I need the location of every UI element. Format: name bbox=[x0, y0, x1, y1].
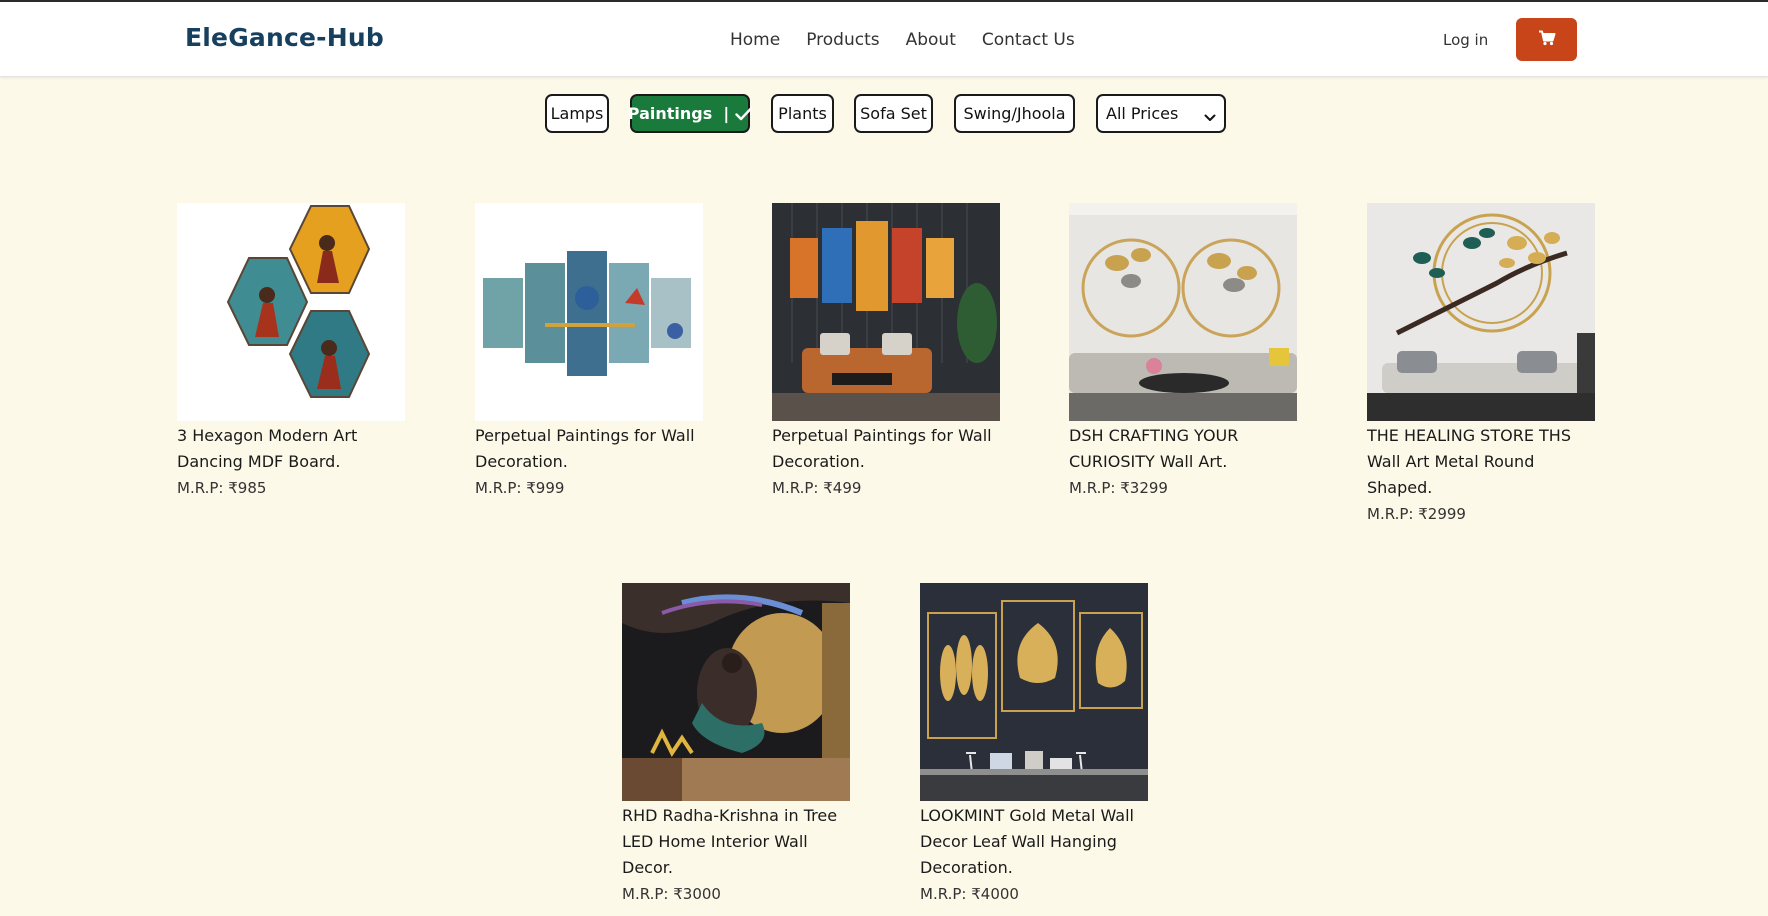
filter-label: Paintings | bbox=[627, 104, 730, 123]
product-card[interactable]: DSH CRAFTING YOUR CURIOSITY Wall Art. M.… bbox=[1069, 203, 1297, 501]
product-title[interactable]: DSH CRAFTING YOUR CURIOSITY Wall Art. bbox=[1069, 423, 1297, 475]
main-nav: Home Products About Contact Us bbox=[730, 30, 1101, 50]
product-image[interactable] bbox=[1069, 203, 1297, 421]
product-price: M.R.P: ₹4000 bbox=[920, 885, 1019, 903]
login-link[interactable]: Log in bbox=[1443, 31, 1488, 49]
product-image[interactable] bbox=[920, 583, 1148, 801]
product-card[interactable]: RHD Radha-Krishna in Tree LED Home Inter… bbox=[622, 583, 850, 907]
product-image[interactable] bbox=[1367, 203, 1595, 421]
nav-products[interactable]: Products bbox=[806, 30, 879, 50]
nav-about[interactable]: About bbox=[906, 30, 956, 50]
site-header: EleGance-Hub Home Products About Contact… bbox=[0, 2, 1768, 77]
filter-sofa-set[interactable]: Sofa Set bbox=[854, 94, 933, 133]
product-card[interactable]: 3 Hexagon Modern Art Dancing MDF Board. … bbox=[177, 203, 405, 501]
filter-swing-jhoola[interactable]: Swing/Jhoola bbox=[954, 94, 1075, 133]
product-title[interactable]: RHD Radha-Krishna in Tree LED Home Inter… bbox=[622, 803, 850, 881]
filter-label: Swing/Jhoola bbox=[963, 104, 1066, 123]
price-select-value: All Prices bbox=[1106, 104, 1179, 123]
product-image[interactable] bbox=[475, 203, 703, 421]
product-price: M.R.P: ₹499 bbox=[772, 479, 862, 497]
product-price: M.R.P: ₹2999 bbox=[1367, 505, 1466, 523]
product-title[interactable]: Perpetual Paintings for Wall Decoration. bbox=[475, 423, 703, 475]
product-price: M.R.P: ₹3000 bbox=[622, 885, 721, 903]
product-title[interactable]: LOOKMINT Gold Metal Wall Decor Leaf Wall… bbox=[920, 803, 1148, 881]
filter-bar: Lamps Paintings | Plants Sofa Set Swing/… bbox=[0, 94, 1768, 134]
product-price: M.R.P: ₹3299 bbox=[1069, 479, 1168, 497]
product-title[interactable]: Perpetual Paintings for Wall Decoration. bbox=[772, 423, 1000, 475]
brand-logo[interactable]: EleGance-Hub bbox=[185, 23, 384, 52]
filter-label: Sofa Set bbox=[860, 104, 927, 123]
product-card[interactable]: LOOKMINT Gold Metal Wall Decor Leaf Wall… bbox=[920, 583, 1148, 907]
product-price: M.R.P: ₹985 bbox=[177, 479, 267, 497]
filter-paintings[interactable]: Paintings | bbox=[627, 94, 752, 133]
product-card[interactable]: Perpetual Paintings for Wall Decoration.… bbox=[475, 203, 703, 501]
product-price: M.R.P: ₹999 bbox=[475, 479, 565, 497]
filter-label: Plants bbox=[778, 104, 827, 123]
product-title[interactable]: 3 Hexagon Modern Art Dancing MDF Board. bbox=[177, 423, 405, 475]
price-select[interactable]: All Prices bbox=[1096, 94, 1226, 133]
nav-contact-us[interactable]: Contact Us bbox=[982, 30, 1075, 50]
checkmark-icon bbox=[735, 107, 752, 121]
product-image[interactable] bbox=[772, 203, 1000, 421]
filter-lamps[interactable]: Lamps bbox=[545, 94, 609, 133]
filter-plants[interactable]: Plants bbox=[771, 94, 834, 133]
product-image[interactable] bbox=[177, 203, 405, 421]
product-image[interactable] bbox=[622, 583, 850, 801]
cart-button[interactable] bbox=[1516, 18, 1577, 61]
filter-label: Lamps bbox=[550, 104, 604, 123]
product-card[interactable]: THE HEALING STORE THS Wall Art Metal Rou… bbox=[1367, 203, 1595, 527]
nav-home[interactable]: Home bbox=[730, 30, 780, 50]
product-card[interactable]: Perpetual Paintings for Wall Decoration.… bbox=[772, 203, 1000, 501]
product-title[interactable]: THE HEALING STORE THS Wall Art Metal Rou… bbox=[1367, 423, 1595, 501]
chevron-down-icon bbox=[1204, 108, 1216, 127]
cart-icon bbox=[1538, 30, 1556, 50]
